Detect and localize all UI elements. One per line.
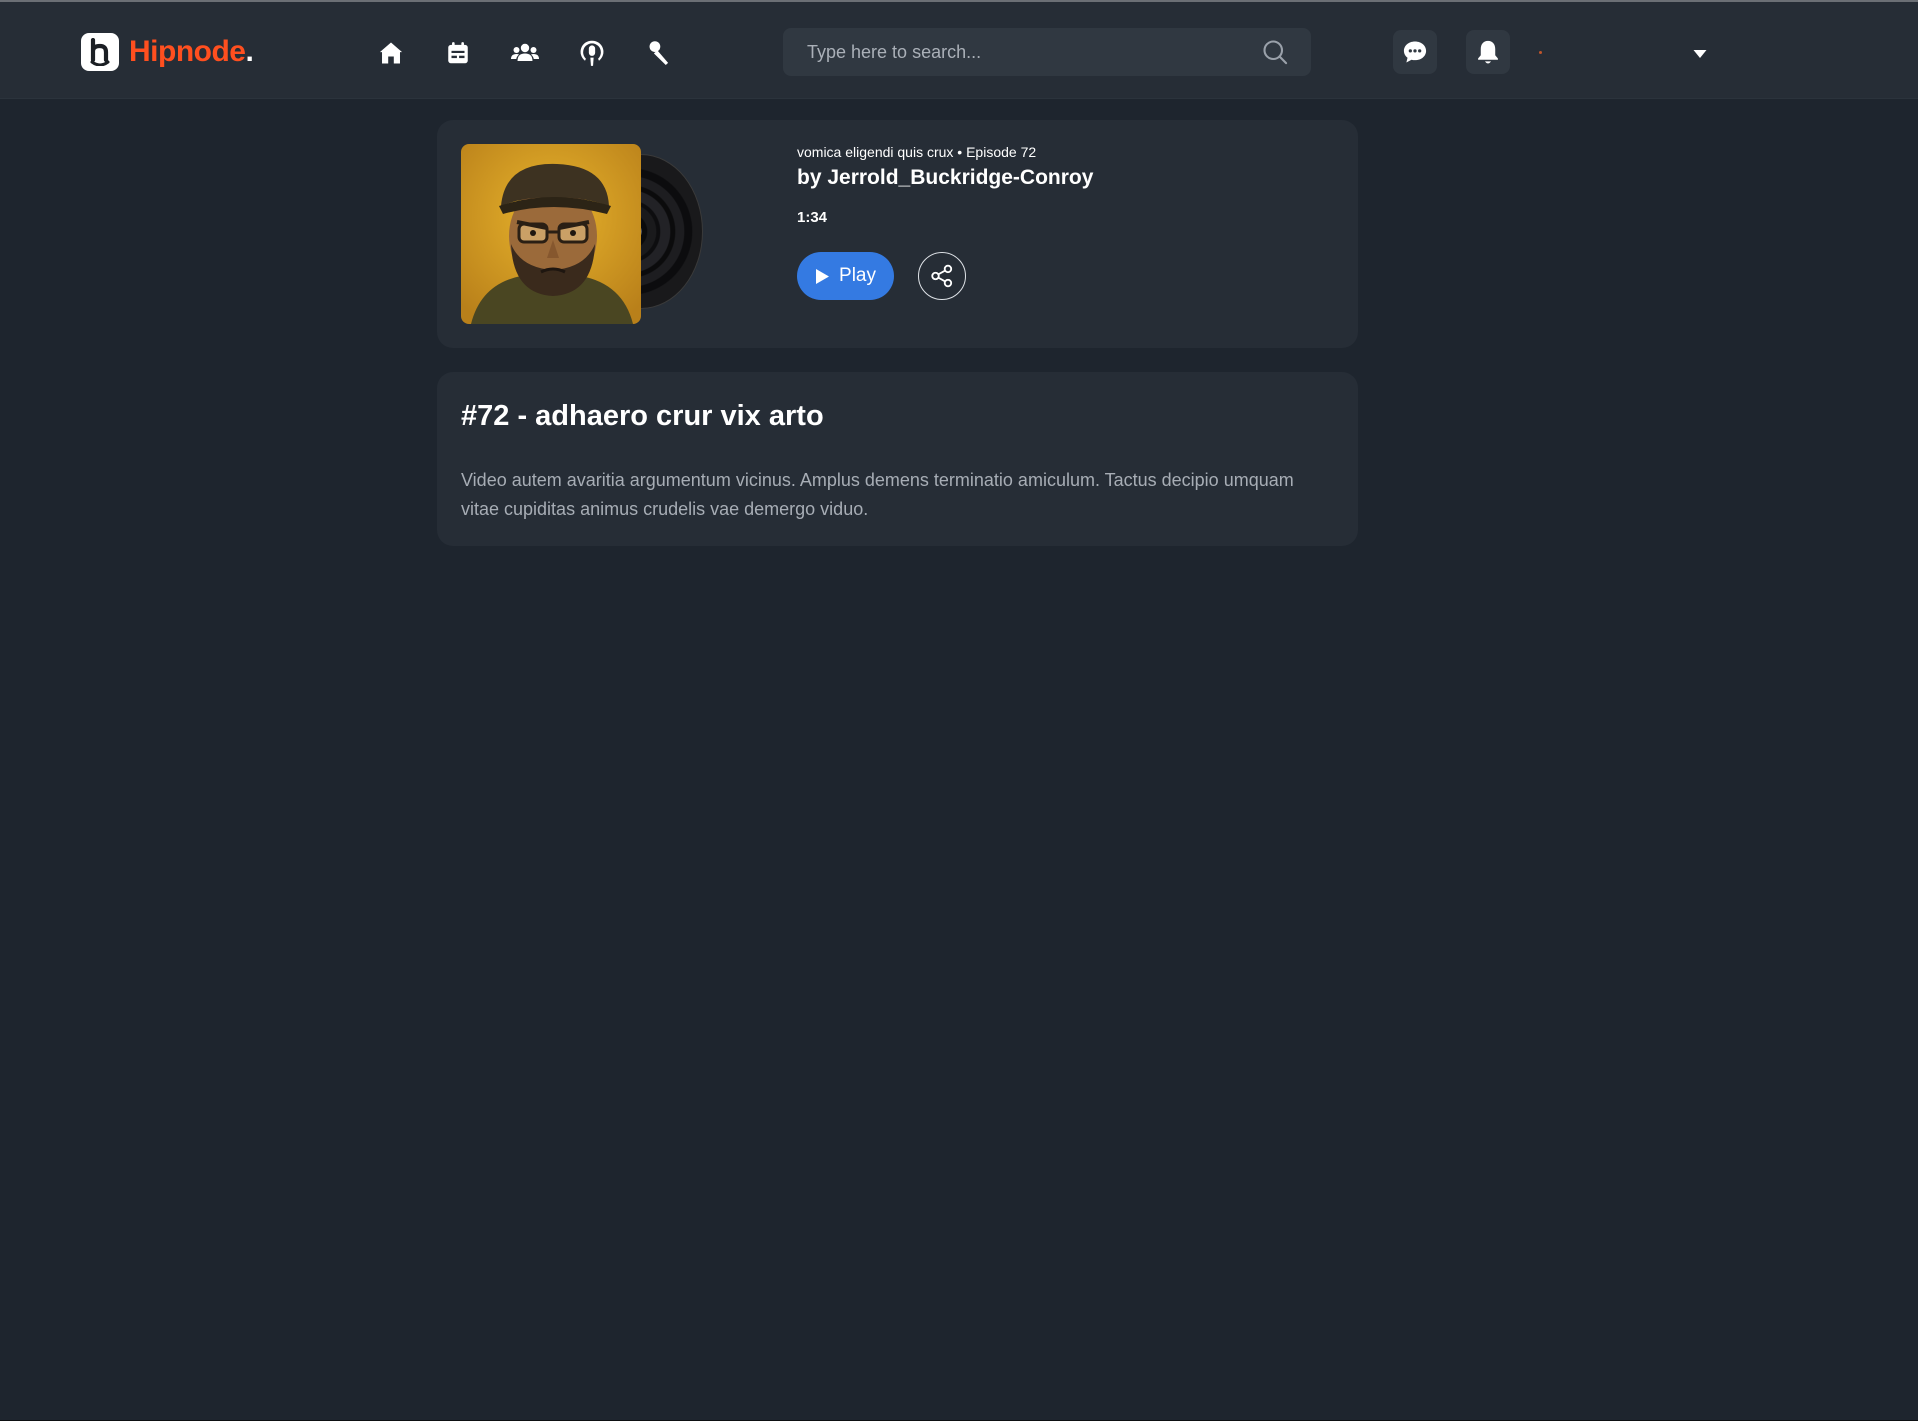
share-icon <box>931 264 953 288</box>
podcast-cover-image <box>461 144 641 324</box>
logo-dot: . <box>245 35 254 68</box>
episode-meta: vomica eligendi quis crux • Episode 72 b… <box>797 144 1093 226</box>
episode-title: #72 - adhaero crur vix arto <box>461 400 824 432</box>
podcast-episode-page: Hipnode. Type here to search... vomica e… <box>0 0 1918 1421</box>
search-button[interactable] <box>1257 34 1293 70</box>
search-input[interactable] <box>783 28 1257 76</box>
notifications-button[interactable] <box>1466 30 1510 74</box>
avatar[interactable] <box>1539 51 1542 54</box>
episode-actions: Play <box>797 252 966 300</box>
calendar-icon <box>448 42 468 64</box>
episode-description: Video autem avaritia argumentum vicinus.… <box>461 470 1294 519</box>
episode-details-card: #72 - adhaero crur vix arto Video autem … <box>437 372 1358 546</box>
share-button[interactable] <box>918 252 966 300</box>
message-icon <box>1403 41 1427 63</box>
episode-author: by Jerrold_Buckridge-Conroy <box>797 166 1094 189</box>
user-menu-dropdown[interactable] <box>1688 42 1712 66</box>
nav-home[interactable] <box>372 34 410 72</box>
search-bar <box>783 28 1311 76</box>
play-label: Play <box>839 265 876 286</box>
logo-mark-icon <box>81 33 119 71</box>
show-and-episode-number: vomica eligendi quis crux • Episode 72 <box>797 144 1037 160</box>
play-icon <box>815 268 830 285</box>
nav-groups[interactable] <box>506 34 544 72</box>
podcast-icon <box>580 40 604 66</box>
microphone-icon <box>649 41 669 66</box>
bell-icon <box>1478 40 1498 64</box>
main-nav <box>372 34 707 72</box>
nav-podcasts[interactable] <box>573 34 611 72</box>
logo-wordmark: Hipnode. <box>129 35 254 69</box>
episode-duration: 1:34 <box>797 209 828 226</box>
search-icon <box>1263 40 1288 65</box>
play-button[interactable]: Play <box>797 252 894 300</box>
chevron-down-icon <box>1693 50 1707 58</box>
logo-name: Hipnode <box>129 35 246 68</box>
groups-icon <box>511 43 539 61</box>
top-navbar: Hipnode. <box>0 2 1918 99</box>
messages-button[interactable] <box>1393 30 1437 74</box>
nav-calendar[interactable] <box>439 34 477 72</box>
nav-interviews[interactable] <box>640 34 678 72</box>
home-icon <box>379 42 403 64</box>
hipnode-logo[interactable]: Hipnode. <box>81 32 254 72</box>
